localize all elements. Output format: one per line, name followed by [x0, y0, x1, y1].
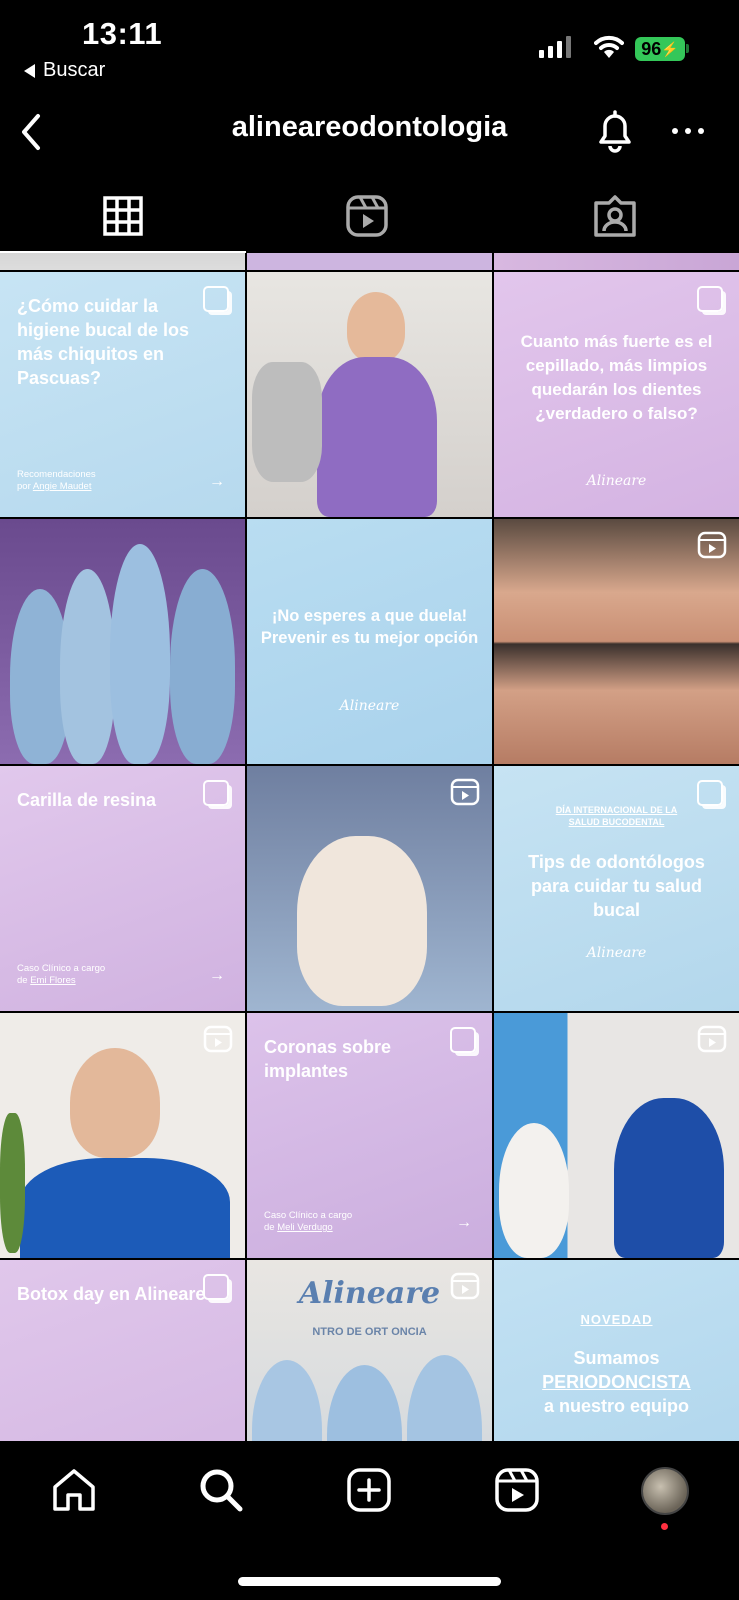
person-figure: [347, 292, 405, 362]
grid-post[interactable]: [247, 272, 492, 517]
wifi-icon: [594, 35, 624, 58]
post-line-3: a nuestro equipo: [543, 1396, 689, 1416]
dental-chair: [252, 362, 322, 482]
reel-icon: [203, 1025, 233, 1053]
grid-post[interactable]: [0, 253, 245, 270]
grid-post[interactable]: DÍA INTERNACIONAL DE LA SALUD BUCODENTAL…: [494, 766, 739, 1011]
person-face: [70, 1048, 160, 1158]
carousel-icon: [203, 780, 229, 806]
notification-dot: [661, 1523, 668, 1530]
post-caption: Recomendaciones por Angie Maudet: [17, 469, 96, 493]
tab-tagged[interactable]: [592, 193, 638, 239]
new-post-icon[interactable]: [344, 1465, 394, 1515]
carousel-icon: [450, 1027, 476, 1053]
caption-author: Meli Verdugo: [277, 1222, 333, 1233]
carousel-icon: [697, 286, 723, 312]
grid-post[interactable]: Cuanto más fuerte es el cepillado, más l…: [494, 272, 739, 517]
caption-line-1: Caso Clínico a cargo: [264, 1210, 353, 1221]
brand-logo: Alineare: [586, 945, 647, 961]
caption-author: Angie Maudet: [32, 481, 92, 492]
scrubs-figure: [317, 357, 437, 517]
grid-post[interactable]: ¡No esperes a que duela! Prevenir es tu …: [247, 519, 492, 764]
search-icon[interactable]: [196, 1465, 246, 1515]
grid-post[interactable]: NOVEDAD Sumamos PERIODONCISTA a nuestro …: [494, 1260, 739, 1441]
clinic-sign-subtitle: NTRO DE ORT ONCIA: [312, 1326, 427, 1338]
grid-post[interactable]: Carilla de resina Caso Clínico a cargo de…: [0, 766, 245, 1011]
post-kicker: NOVEDAD: [580, 1312, 653, 1327]
post-title: Cuanto más fuerte es el cepillado, más l…: [520, 332, 713, 423]
post-title: Tips de odontólogos para cuidar tu salud…: [528, 852, 705, 920]
scrubs-figure: [20, 1158, 230, 1258]
person-figure: [110, 544, 170, 764]
more-options-icon[interactable]: [668, 118, 708, 144]
plant: [0, 1113, 25, 1253]
carousel-icon: [697, 780, 723, 806]
grid-post[interactable]: [494, 1013, 739, 1258]
carousel-icon: [203, 1274, 229, 1300]
post-grid: ¿Cómo cuidar la higiene bucal de los más…: [0, 253, 739, 1441]
post-title: ¿Cómo cuidar la higiene bucal de los más…: [17, 296, 190, 388]
arrow-right-icon: →: [209, 967, 225, 984]
status-time: 13:11: [82, 16, 163, 51]
post-title: ¡No esperes a que duela! Prevenir es tu …: [260, 607, 479, 647]
reel-icon: [450, 778, 480, 806]
post-title: Carilla de resina: [17, 790, 157, 810]
post-caption: Caso Clínico a cargo de Emi Flores: [17, 963, 105, 987]
post-title: Coronas sobre implantes: [264, 1037, 392, 1081]
post-line-2: PERIODONCISTA: [542, 1372, 691, 1392]
post-caption: Caso Clínico a cargo de Meli Verdugo: [264, 1210, 352, 1234]
reel-icon: [450, 1272, 480, 1300]
person-figure: [407, 1355, 482, 1441]
brand-logo: Alineare: [586, 473, 647, 489]
person-figure: [327, 1365, 402, 1441]
brand-logo: Alineare: [339, 698, 400, 714]
person-figure: [614, 1098, 724, 1258]
back-triangle-icon: [24, 63, 35, 78]
post-title: Botox day en Alineare: [17, 1284, 206, 1304]
person-figure: [252, 1360, 322, 1441]
caption-line-1: Caso Clínico a cargo: [17, 963, 106, 974]
grid-post[interactable]: [494, 253, 739, 270]
caption-author: Emi Flores: [30, 975, 76, 986]
grid-post[interactable]: ¿Cómo cuidar la higiene bucal de los más…: [0, 272, 245, 517]
arrow-right-icon: →: [456, 1214, 472, 1231]
grid-post[interactable]: [0, 1013, 245, 1258]
person-figure: [499, 1123, 569, 1258]
grid-post[interactable]: Coronas sobre implantes Caso Clínico a c…: [247, 1013, 492, 1258]
carousel-icon: [203, 286, 229, 312]
grid-post[interactable]: [247, 253, 492, 270]
tab-reels[interactable]: [344, 193, 390, 239]
reel-icon: [697, 1025, 727, 1053]
home-icon[interactable]: [49, 1465, 99, 1515]
arrow-right-icon: →: [209, 473, 225, 490]
profile-avatar[interactable]: [641, 1467, 689, 1515]
tab-grid[interactable]: [100, 193, 146, 239]
post-line-1: Sumamos: [573, 1348, 660, 1368]
battery-indicator: 96 ⚡: [635, 37, 685, 61]
cellular-signal-icon: [539, 36, 571, 58]
grid-post[interactable]: [0, 519, 245, 764]
clinic-sign: Alineare: [298, 1276, 441, 1311]
caption-prefix: de: [17, 975, 31, 986]
caption-prefix: de: [264, 1222, 278, 1233]
reels-nav-icon[interactable]: [492, 1465, 542, 1515]
reel-icon: [697, 531, 727, 559]
battery-tip: [686, 44, 689, 53]
back-app-label: Buscar: [43, 59, 106, 81]
grid-post[interactable]: Alineare NTRO DE ORT ONCIA: [247, 1260, 492, 1441]
post-kicker: DÍA INTERNACIONAL DE LA SALUD BUCODENTAL: [555, 805, 678, 827]
grid-post[interactable]: [247, 766, 492, 1011]
caption-prefix: por: [17, 481, 33, 492]
person-figure: [60, 569, 115, 764]
grid-post[interactable]: Botox day en Alineare: [0, 1260, 245, 1441]
home-indicator[interactable]: [238, 1577, 501, 1586]
bell-icon[interactable]: [592, 106, 638, 156]
gloved-hand: [297, 836, 427, 1006]
grid-post[interactable]: [494, 519, 739, 764]
battery-level: 96: [641, 38, 662, 59]
person-figure: [170, 569, 235, 764]
caption-line-1: Recomendaciones: [17, 469, 96, 480]
back-to-app-link[interactable]: Buscar: [24, 59, 105, 82]
